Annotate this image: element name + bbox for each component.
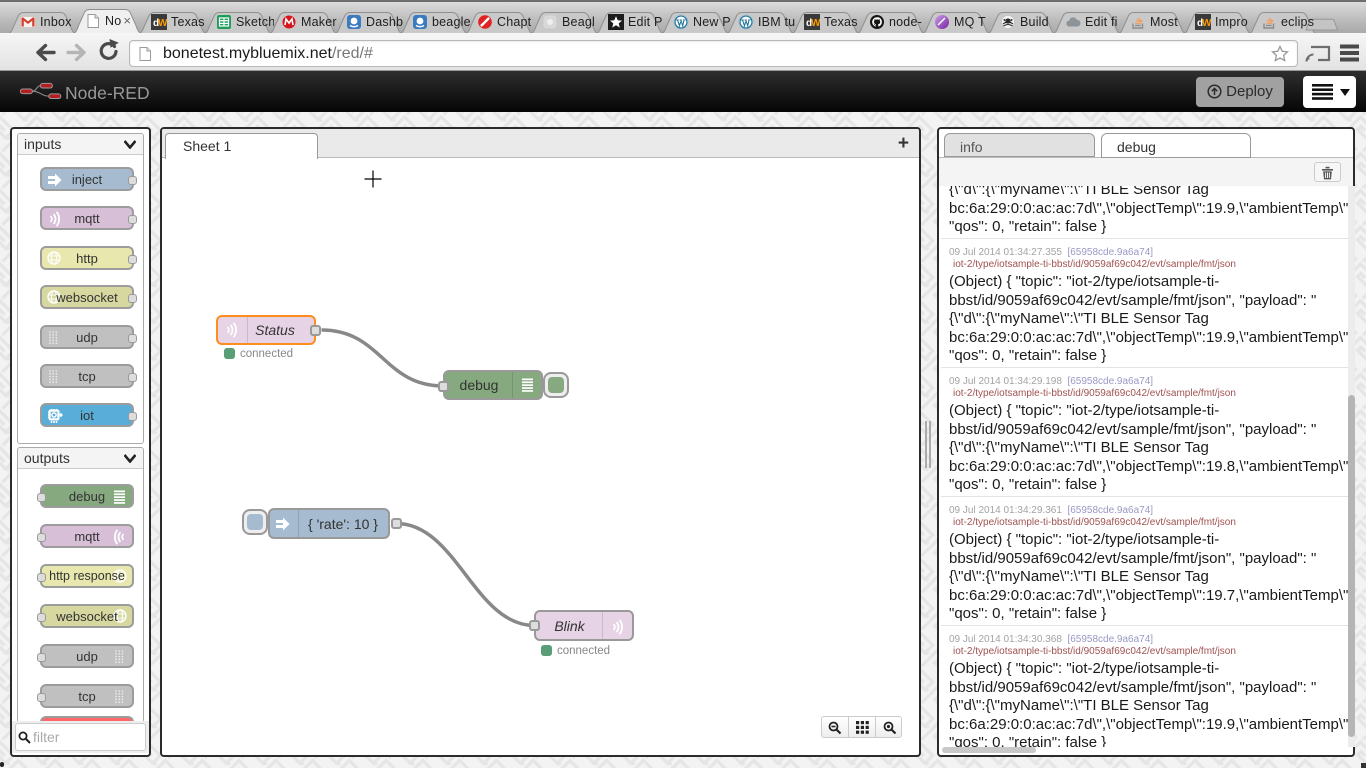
svg-text:W: W [158,18,167,29]
svg-text:W: W [811,18,820,29]
svg-text:W: W [1202,18,1211,29]
